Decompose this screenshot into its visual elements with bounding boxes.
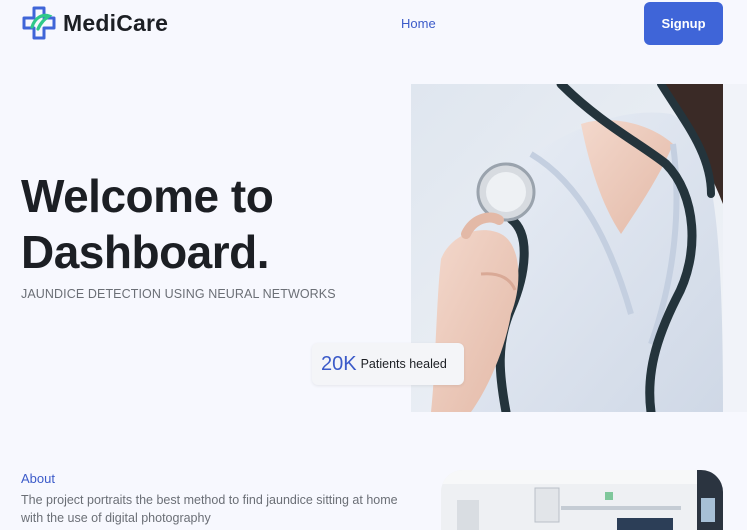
hospital-room-photo <box>441 470 723 530</box>
brand-name: MediCare <box>63 9 169 36</box>
nav-link-home[interactable]: Home <box>401 16 436 31</box>
about-text: The project portraits the best method to… <box>21 493 398 525</box>
about-heading: About <box>21 471 55 486</box>
stat-value: 20K <box>321 352 357 375</box>
signup-button[interactable]: Signup <box>644 2 723 45</box>
brand-logo[interactable]: MediCare <box>21 5 168 41</box>
stat-label: Patients healed <box>360 357 447 371</box>
hero-title: Welcome to Dashboard. <box>21 168 274 280</box>
medical-cross-logo-icon <box>22 6 56 40</box>
hero-title-line-1: Welcome to <box>21 170 274 222</box>
hero-subtitle: JAUNDICE DETECTION USING NEURAL NETWORKS <box>21 287 336 301</box>
hero-title-line-2: Dashboard. <box>21 226 270 278</box>
patients-healed-stat-card: 20K Patients healed <box>312 343 464 385</box>
hero-image-shadow <box>723 84 747 412</box>
